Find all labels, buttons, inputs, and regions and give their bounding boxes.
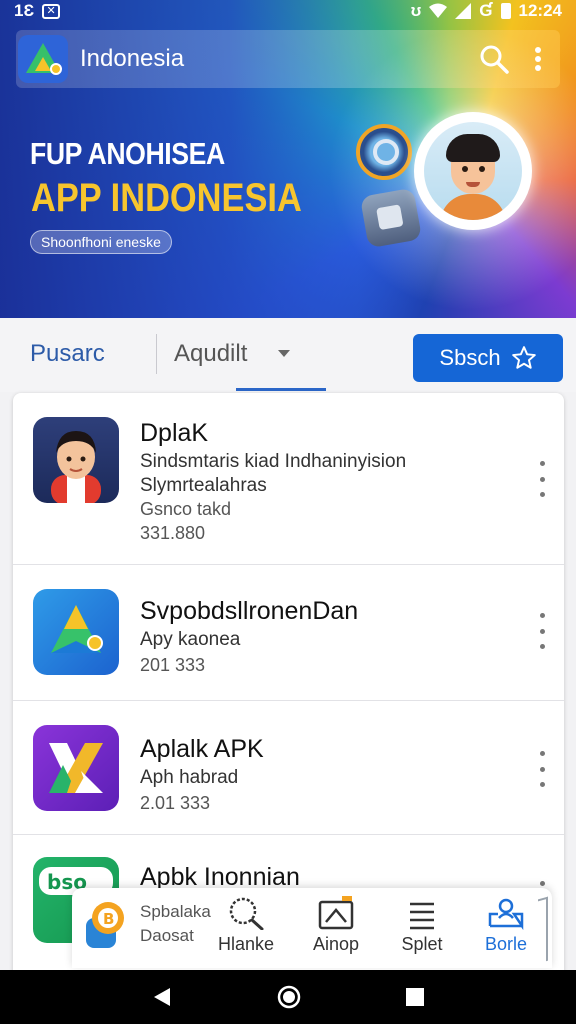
back-icon[interactable]	[152, 986, 172, 1008]
nav-item-label: Hlanke	[217, 934, 275, 954]
nav-item-label: Splet	[401, 934, 443, 954]
app-meta: Gsnco takd	[140, 499, 232, 519]
divider	[538, 896, 548, 964]
nav-item-apps[interactable]: Ainop	[296, 896, 376, 962]
more-vert-icon[interactable]	[534, 613, 550, 649]
more-vert-icon[interactable]	[534, 461, 550, 497]
banner-title: APP INDONESIA	[31, 176, 302, 220]
app-icon-x	[33, 725, 119, 811]
overflow-menu-button[interactable]	[516, 37, 560, 81]
battery-icon	[500, 3, 511, 19]
system-navigation-bar	[0, 970, 576, 1024]
bottom-navigation: B Spbalaka Daosat Hlanke Ainop Splet Bor…	[72, 888, 552, 968]
image-upload-icon	[318, 896, 354, 930]
nav-item-profile[interactable]: Borle	[466, 896, 546, 962]
banner-chip[interactable]: Shoonfhoni eneske	[30, 230, 172, 254]
promo-line-2: Daosat	[140, 926, 194, 945]
promo-text: Spbalaka Daosat	[140, 900, 211, 948]
app-title: Aplalk APK	[140, 735, 264, 763]
recents-icon[interactable]	[405, 988, 424, 1006]
app-subtitle: Aph habrad	[140, 767, 239, 788]
data-icon: Ɠ	[479, 1, 493, 20]
star-icon	[511, 346, 536, 369]
status-bar: 1Ɛ ✕ ʊ Ɠ 12:24	[0, 0, 576, 22]
list-item[interactable]: DplaK Sindsmtaris kiad Indhaninyision Sl…	[13, 393, 564, 565]
list-item[interactable]: Aplalk APK Aph habrad 2.01 333	[13, 701, 564, 835]
promo-line-1: Spbalaka	[140, 902, 211, 921]
nav-item-search[interactable]: Hlanke	[206, 896, 286, 962]
promo-badge-icon[interactable]: B	[84, 898, 126, 950]
app-icon-triangle	[33, 589, 119, 675]
app-count: 2.01 333	[140, 793, 211, 813]
alarm-icon: ʊ	[410, 1, 422, 20]
search-action-button[interactable]: Sbsch	[413, 334, 563, 382]
status-time: 12:24	[518, 1, 562, 20]
app-count: 331.880	[140, 523, 206, 543]
app-subtitle-2: Slymrtealahras	[140, 475, 267, 496]
app-bar: Indonesia	[16, 30, 560, 88]
list-item[interactable]: SvpobdsllronenDan Apy kaonea 201 333	[13, 565, 564, 701]
nav-item-list[interactable]: Splet	[382, 896, 462, 962]
app-title: Indonesia	[80, 45, 185, 72]
app-title: SvpobdsllronenDan	[140, 597, 359, 625]
magnifier-badge-icon	[356, 124, 412, 180]
sort-dropdown[interactable]: Aqudilt	[174, 340, 247, 368]
more-vert-icon[interactable]	[534, 751, 550, 787]
wifi-icon	[429, 3, 448, 18]
app-title: DplaK	[140, 419, 209, 447]
chevron-down-icon[interactable]	[278, 350, 290, 357]
app-subtitle: Apy kaonea	[140, 629, 241, 650]
menu-lines-icon	[410, 902, 434, 930]
app-subtitle: Sindsmtaris kiad Indhaninyision	[140, 451, 407, 472]
camera-badge-icon	[359, 187, 423, 249]
search-icon	[480, 45, 509, 74]
nav-item-label: Borle	[484, 934, 528, 954]
home-icon[interactable]	[277, 985, 301, 1009]
signal-icon	[455, 3, 472, 19]
svg-text:B: B	[103, 910, 114, 928]
filter-bar: Pusarc Aqudilt Sbsch	[0, 318, 576, 392]
notification-icon: ✕	[42, 3, 61, 19]
profile-box-icon	[488, 898, 524, 930]
more-vert-icon	[535, 47, 541, 71]
divider	[156, 334, 157, 374]
banner-headline: FUP ANOHISEA	[30, 136, 225, 171]
app-count: 201 333	[140, 655, 206, 675]
active-tab-indicator	[236, 388, 326, 391]
search-button[interactable]	[472, 37, 516, 81]
app-icon-avatar	[33, 417, 119, 503]
tab-popular[interactable]: Pusarc	[30, 340, 105, 368]
app-logo-icon[interactable]	[18, 35, 68, 83]
banner-avatar	[414, 112, 532, 230]
search-icon	[229, 897, 264, 930]
search-action-label: Sbsch	[439, 345, 501, 370]
nav-item-label: Ainop	[312, 934, 360, 954]
status-left-text: 1Ɛ	[14, 1, 35, 20]
